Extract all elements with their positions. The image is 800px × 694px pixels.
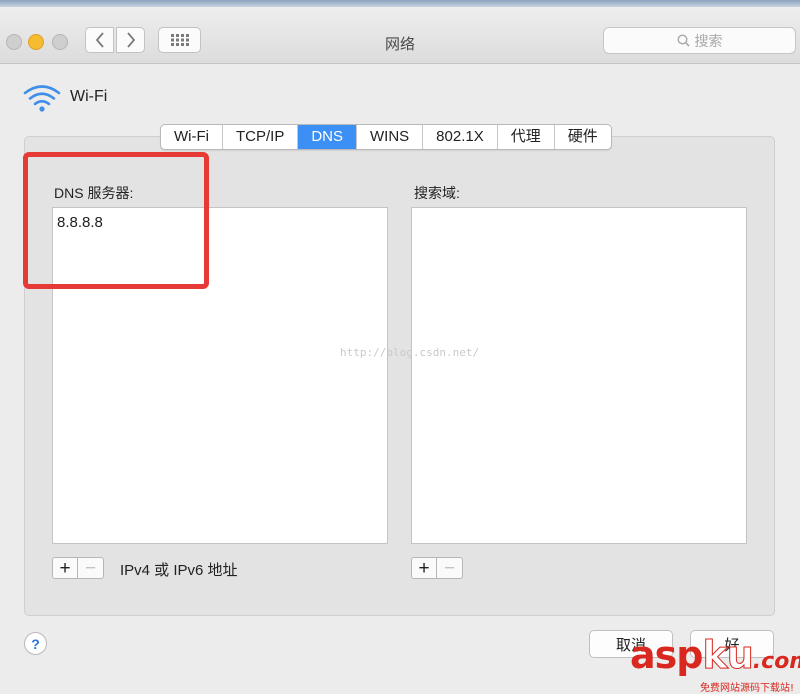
window-title: 网络 [384,36,415,53]
minimize-window-button[interactable] [28,34,44,50]
annotation-highlight-box [23,152,209,289]
add-search-domain-button[interactable]: + [411,557,437,579]
interface-name: Wi-Fi [70,88,108,105]
search-field[interactable]: 搜索 [603,27,796,54]
close-window-button[interactable] [6,34,22,50]
dns-hint-text: IPv4 或 IPv6 地址 [120,562,238,579]
site-logo: aspku.com 免费网站源码下载站! [630,633,800,694]
tab-proxies[interactable]: 代理 [498,125,555,149]
search-placeholder: 搜索 [694,32,723,49]
remove-search-domain-button[interactable]: − [437,557,463,579]
logo-com-text: .com [752,649,800,674]
logo-tagline: 免费网站源码下载站! [700,683,795,694]
tab-bar: Wi-Fi TCP/IP DNS WINS 802.1X 代理 硬件 [160,124,612,150]
forward-button[interactable] [116,27,145,53]
wifi-icon [23,85,61,112]
watermark-text: http://blog.csdn.net/ [340,346,480,359]
tab-dns[interactable]: DNS [298,125,357,149]
chevron-left-icon [95,32,104,48]
tab-tcpip[interactable]: TCP/IP [223,125,299,149]
show-all-button[interactable] [158,27,201,53]
logo-ku-text: ku [702,633,754,677]
add-dns-server-button[interactable]: + [52,557,78,579]
chevron-right-icon [126,32,135,48]
logo-wordmark: aspku.com [630,633,800,681]
logo-asp-text: asp [630,633,703,677]
help-button[interactable]: ? [24,632,47,655]
back-button[interactable] [85,27,114,53]
tab-wins[interactable]: WINS [357,125,424,149]
search-domains-label: 搜索域: [414,185,460,201]
search-domains-list[interactable] [411,207,747,544]
zoom-window-button[interactable] [52,34,68,50]
grid-icon [170,34,189,46]
desktop-background-strip [0,0,800,7]
remove-dns-server-button[interactable]: − [78,557,104,579]
tab-wifi[interactable]: Wi-Fi [161,125,223,149]
tab-8021x[interactable]: 802.1X [423,125,498,149]
search-icon [676,34,690,47]
tab-hardware[interactable]: 硬件 [555,125,611,149]
window-titlebar: 网络 搜索 [0,7,800,64]
